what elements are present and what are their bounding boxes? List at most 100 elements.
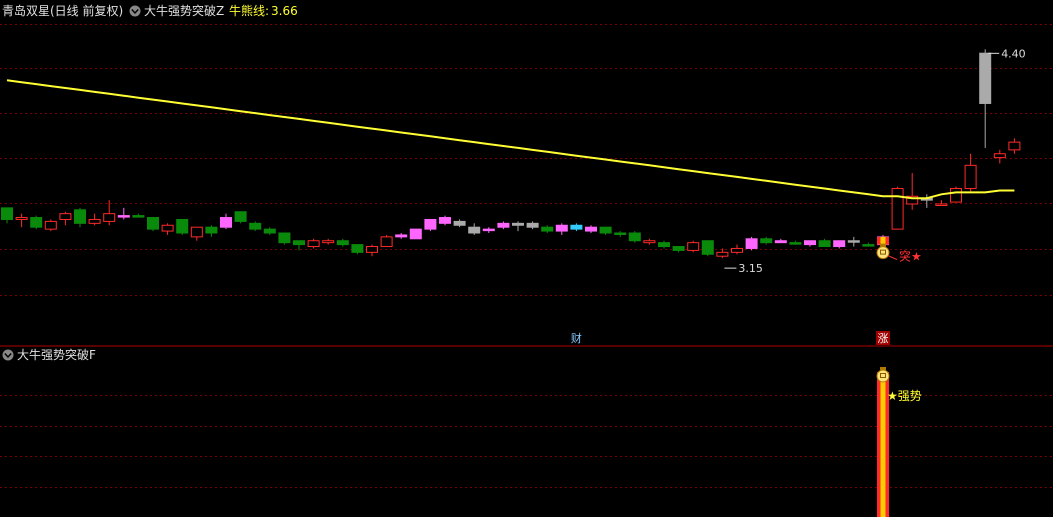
- candle-body: [453, 220, 466, 226]
- high-price-label: 4.40: [1001, 47, 1025, 60]
- candle: [322, 238, 335, 245]
- candle: [731, 244, 743, 255]
- candle: [804, 240, 816, 247]
- candle-body: [833, 240, 846, 248]
- candle: [161, 223, 174, 235]
- candle-body: [570, 224, 583, 230]
- candle: [293, 240, 305, 251]
- candle-body: [307, 240, 320, 248]
- candle: [190, 226, 203, 241]
- money-bag-body: [876, 246, 890, 260]
- breakout-bar: [877, 236, 889, 245]
- candle: [117, 207, 130, 220]
- candle-body: [263, 228, 276, 234]
- zhang-marker: 涨: [878, 332, 889, 345]
- candle-body: [351, 244, 364, 253]
- candle-body: [774, 240, 787, 244]
- candle-body: [117, 215, 130, 218]
- bottom-indicator-name[interactable]: 大牛强势突破F: [17, 347, 96, 362]
- candle: [585, 225, 597, 233]
- candle: [906, 173, 919, 210]
- candle-body: [658, 242, 670, 248]
- candle-body: [745, 238, 758, 249]
- candle-body: [336, 240, 349, 246]
- candle: [512, 221, 524, 232]
- candle: [760, 236, 773, 245]
- candle: [993, 149, 1006, 164]
- candle-body: [59, 213, 72, 220]
- candle: [1008, 138, 1021, 154]
- candle-body: [497, 222, 510, 228]
- candle-body: [249, 222, 262, 230]
- candle: [44, 219, 57, 232]
- candle: [614, 231, 627, 237]
- candle-body: [614, 232, 627, 235]
- money-bag-tie: [880, 367, 886, 370]
- stock-title[interactable]: 青岛双星(日线 前复权): [2, 3, 123, 18]
- candle-body: [599, 226, 612, 234]
- bull-bear-line: [6, 79, 1015, 200]
- candle: [570, 223, 583, 232]
- candle-body: [731, 247, 743, 253]
- candle-body: [44, 220, 57, 230]
- candle: [555, 223, 568, 235]
- candle: [687, 240, 700, 253]
- candle: [482, 227, 495, 233]
- candle: [833, 240, 846, 249]
- candle: [409, 228, 422, 240]
- candle: [147, 217, 159, 232]
- candle: [278, 232, 291, 245]
- candle: [15, 213, 28, 228]
- value-label: 牛熊线:: [229, 3, 269, 18]
- candle-body: [147, 217, 159, 230]
- candle: [950, 186, 962, 203]
- candle: [366, 244, 378, 257]
- candle-body: [88, 218, 101, 224]
- breakout-bar-inner: [880, 236, 886, 245]
- candle: [964, 153, 977, 193]
- candle-body: [278, 232, 291, 244]
- candle: [176, 218, 189, 235]
- indicator-menu-icon[interactable]: [2, 349, 14, 361]
- candle: [220, 213, 232, 230]
- candle: [745, 236, 758, 251]
- candle-body: [672, 246, 685, 251]
- candle-body: [103, 213, 116, 222]
- candle: [1, 207, 13, 224]
- candle-body: [439, 217, 451, 224]
- candle: [439, 215, 451, 226]
- candle-body: [380, 236, 393, 248]
- candle-body: [993, 153, 1006, 159]
- candle: [541, 225, 554, 233]
- candle: [88, 213, 101, 226]
- candle: [132, 213, 145, 218]
- candle-body: [176, 218, 189, 234]
- candle-body: [643, 240, 656, 244]
- cai-marker: 财: [571, 331, 582, 345]
- candle: [774, 238, 787, 244]
- candle-body: [862, 244, 875, 247]
- candle-body: [760, 238, 773, 244]
- candle: [74, 207, 86, 228]
- candle: [789, 240, 802, 245]
- candle: [818, 238, 831, 248]
- indicator-name[interactable]: 大牛强势突破Z: [144, 3, 224, 18]
- candle-body: [701, 240, 714, 255]
- candle-body: [950, 188, 962, 203]
- candle: [59, 211, 72, 226]
- candle-body: [818, 240, 831, 248]
- candle: [468, 223, 481, 235]
- indicator-menu-icon[interactable]: [129, 5, 141, 17]
- candle: [205, 225, 218, 237]
- candle-body: [205, 226, 218, 234]
- candle: [307, 238, 320, 249]
- candle-body: [395, 234, 408, 238]
- candle-body: [847, 240, 860, 243]
- candle-body: [687, 242, 700, 251]
- candle-body: [424, 218, 437, 230]
- money-bag-body: [876, 369, 890, 383]
- candle-body: [935, 203, 948, 206]
- candle-body: [1, 207, 13, 220]
- candle: [249, 221, 262, 232]
- stock-chart[interactable]: 4.40 3.15 突★ 财 涨 ★强势 青岛双星(日线 前复权) 大牛强势突破…: [0, 0, 1053, 517]
